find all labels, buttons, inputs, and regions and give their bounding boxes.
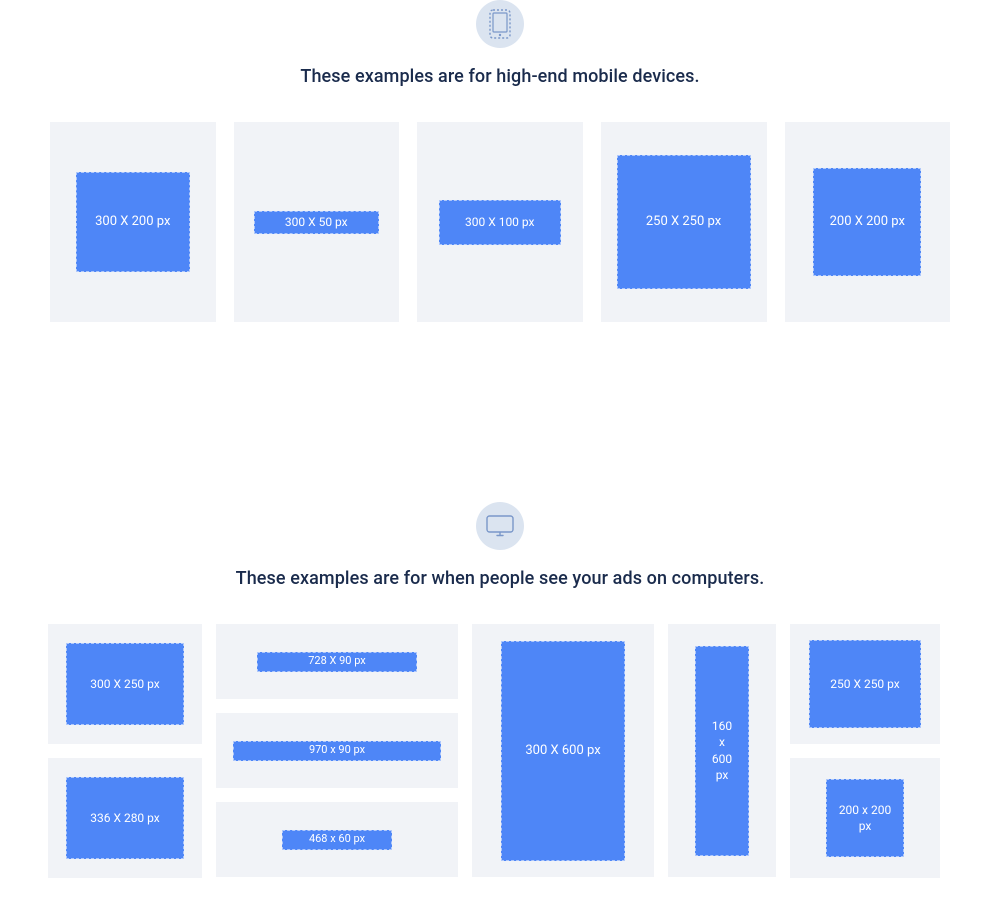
ad-sample-card: 728 X 90 px — [216, 624, 458, 699]
computer-header: These examples are for when people see y… — [0, 502, 1000, 589]
ad-size-box: 728 X 90 px — [257, 652, 417, 672]
computer-examples-grid: 300 X 250 px 336 X 280 px 728 X 90 px 97… — [0, 624, 1000, 878]
ad-sample-card: 200 x 200 px — [790, 758, 940, 878]
ad-size-box: 200 x 200 px — [826, 779, 904, 857]
monitor-icon — [476, 502, 524, 550]
computer-col-e: 250 X 250 px 200 x 200 px — [790, 624, 940, 878]
ad-size-box: 336 X 280 px — [66, 777, 184, 859]
mobile-title: These examples are for high-end mobile d… — [0, 66, 1000, 87]
ad-sample-card: 300 X 600 px — [472, 624, 654, 877]
ad-sample-card: 300 X 50 px — [234, 122, 400, 322]
ad-size-box: 160 x 600 px — [695, 646, 749, 856]
computer-title: These examples are for when people see y… — [0, 568, 1000, 589]
ad-sample-card: 300 X 200 px — [50, 122, 216, 322]
mobile-section: These examples are for high-end mobile d… — [0, 0, 1000, 362]
ad-size-box: 300 X 200 px — [76, 172, 190, 272]
computer-col-b: 728 X 90 px 970 x 90 px 468 x 60 px — [216, 624, 458, 878]
ad-size-box: 970 x 90 px — [233, 741, 441, 761]
ad-sample-card: 300 X 100 px — [417, 122, 583, 322]
ad-sample-card: 336 X 280 px — [48, 758, 202, 878]
ad-size-box: 200 X 200 px — [813, 168, 921, 276]
mobile-icon — [476, 0, 524, 48]
mobile-examples-row: 300 X 200 px 300 X 50 px 300 X 100 px 25… — [0, 122, 1000, 322]
ad-sample-card: 300 X 250 px — [48, 624, 202, 744]
computer-section: These examples are for when people see y… — [0, 502, 1000, 918]
ad-size-box: 250 X 250 px — [617, 155, 751, 289]
ad-sample-card: 468 x 60 px — [216, 802, 458, 877]
ad-sample-card: 250 X 250 px — [790, 624, 940, 744]
computer-col-c: 300 X 600 px — [472, 624, 654, 878]
ad-size-box: 468 x 60 px — [282, 830, 392, 850]
ad-size-box: 300 X 50 px — [254, 211, 379, 234]
ad-size-box: 300 X 100 px — [439, 200, 561, 245]
ad-sample-card: 970 x 90 px — [216, 713, 458, 788]
ad-size-box: 300 X 250 px — [66, 643, 184, 725]
computer-col-d: 160 x 600 px — [668, 624, 776, 878]
ad-sample-card: 160 x 600 px — [668, 624, 776, 877]
ad-sample-card: 200 X 200 px — [785, 122, 951, 322]
computer-col-a: 300 X 250 px 336 X 280 px — [48, 624, 202, 878]
mobile-header: These examples are for high-end mobile d… — [0, 0, 1000, 87]
ad-size-box: 300 X 600 px — [501, 641, 625, 861]
ad-size-box: 250 X 250 px — [809, 640, 921, 728]
section-spacer — [0, 362, 1000, 502]
ad-sample-card: 250 X 250 px — [601, 122, 767, 322]
